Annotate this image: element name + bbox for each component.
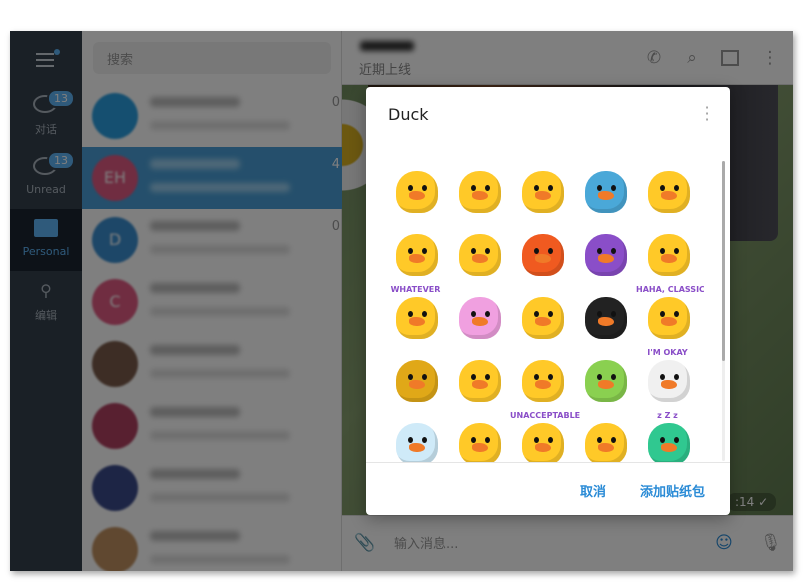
more-icon[interactable]: · · ·: [704, 100, 710, 128]
sticker[interactable]: [447, 157, 510, 220]
divider: [366, 462, 730, 463]
sticker-caption: z Z z: [657, 411, 678, 420]
sticker-pack-dialog: Duck · · · WHATEVER HAHA, CLASSIC I'M OKAY UN…: [366, 87, 730, 515]
sticker-caption: UNACCEPTABLE: [510, 411, 581, 420]
sticker[interactable]: [510, 157, 573, 220]
sticker[interactable]: [384, 409, 447, 462]
sticker-grid: WHATEVER HAHA, CLASSIC I'M OKAY UNACCEPTABL…: [384, 157, 704, 462]
window-titlebar: [0, 0, 804, 31]
add-sticker-pack-button[interactable]: 添加贴纸包: [640, 481, 705, 500]
sticker-caption: I'M OKAY: [647, 348, 688, 357]
sticker[interactable]: [573, 220, 636, 283]
sticker-caption: HAHA, CLASSIC: [636, 285, 704, 294]
sticker[interactable]: I'M OKAY: [636, 346, 699, 409]
sticker[interactable]: [573, 283, 636, 346]
sticker[interactable]: [447, 220, 510, 283]
sticker[interactable]: [447, 346, 510, 409]
sticker[interactable]: [384, 220, 447, 283]
sticker[interactable]: [447, 409, 510, 462]
sticker[interactable]: HAHA, CLASSIC: [636, 283, 704, 346]
sticker[interactable]: [384, 157, 447, 220]
sticker[interactable]: [384, 346, 447, 409]
sticker[interactable]: [636, 157, 699, 220]
sticker[interactable]: [573, 409, 636, 462]
sticker[interactable]: [510, 283, 573, 346]
dialog-title: Duck: [388, 105, 429, 124]
cancel-button[interactable]: 取消: [580, 481, 606, 500]
sticker[interactable]: [636, 220, 699, 283]
sticker[interactable]: [573, 346, 636, 409]
sticker[interactable]: [573, 157, 636, 220]
sticker[interactable]: [510, 346, 573, 409]
scrollbar[interactable]: [722, 161, 725, 461]
sticker[interactable]: z Z z: [636, 409, 699, 462]
sticker-caption: WHATEVER: [390, 285, 441, 294]
sticker[interactable]: [447, 283, 510, 346]
sticker[interactable]: [510, 220, 573, 283]
sticker[interactable]: UNACCEPTABLE: [510, 409, 581, 462]
sticker[interactable]: WHATEVER: [384, 283, 447, 346]
